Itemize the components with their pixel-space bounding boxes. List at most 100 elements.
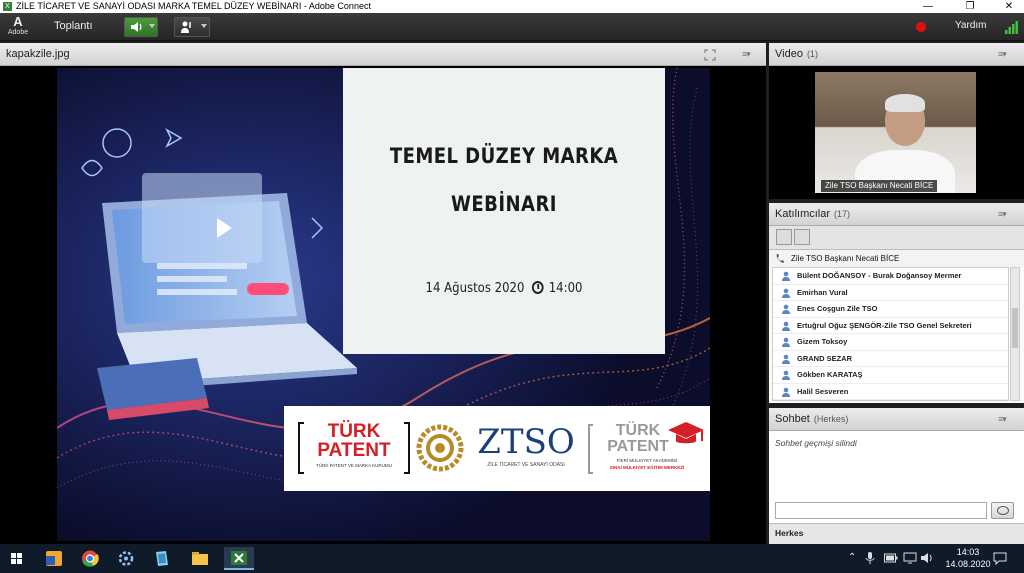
connection-signal-icon	[1005, 21, 1018, 34]
host-name: Zile TSO Başkanı Necati BİCE	[791, 254, 900, 263]
slide-title-line2: WEBİNARI	[451, 192, 557, 216]
slide-date-time: 14 Ağustos 2020 14:00	[359, 281, 649, 296]
video-pod-count: (1)	[806, 49, 818, 59]
recording-indicator-icon	[916, 22, 926, 32]
microphone-icon[interactable]	[865, 552, 875, 564]
pod-options-icon[interactable]: ≡▾	[742, 49, 756, 59]
adobe-connect-taskbar-button[interactable]	[224, 547, 254, 570]
slide-image: TEMEL DÜZEY MARKA WEBİNARI 14 Ağustos 20…	[57, 68, 710, 541]
raise-hand-button[interactable]	[174, 17, 210, 37]
slide-date: 14 Ağustos 2020	[425, 281, 525, 296]
taskbar-date[interactable]: 14.08.2020	[940, 559, 996, 569]
maximize-button[interactable]: ❐	[955, 0, 985, 13]
app-menu-bar: A Adobe Toplantı Yardım	[0, 13, 1024, 41]
slide-title-line1: TEMEL DÜZEY MARKA	[389, 144, 619, 168]
chat-send-button[interactable]	[991, 502, 1014, 519]
user-icon	[782, 321, 790, 331]
battery-icon[interactable]	[884, 553, 898, 563]
attendee-name: Gizem Toksoy	[797, 337, 848, 346]
attendees-pod-title-text: Katılımcılar	[775, 208, 831, 220]
app-gear-icon[interactable]	[114, 547, 138, 570]
attendee-row[interactable]: Enes Coşgun Zile TSO	[773, 301, 1008, 318]
attendee-name: Enes Coşgun Zile TSO	[797, 304, 878, 313]
host-row[interactable]: Zile TSO Başkanı Necati BİCE	[769, 250, 1024, 267]
file-explorer-icon[interactable]	[188, 547, 212, 570]
ztso-emblem-icon	[416, 424, 464, 472]
attendee-row[interactable]: Bülent DOĞANSOY - Burak Doğansoy Mermer	[773, 268, 1008, 285]
adobe-logo-label: Adobe	[7, 29, 29, 36]
video-pod-header: Video (1) ≡▾	[769, 43, 1024, 66]
network-icon[interactable]	[903, 552, 917, 564]
chat-pod: Sohbet (Herkes) ≡▾ Sohbet geçmişi silindi…	[769, 408, 1024, 544]
user-icon	[782, 304, 790, 314]
pod-options-icon[interactable]: ≡▾	[998, 209, 1012, 219]
attendee-row[interactable]: Emirhan Vural	[773, 285, 1008, 301]
chevron-down-icon	[149, 24, 155, 28]
attendee-row[interactable]: GRAND SEZAR	[773, 351, 1008, 367]
attendee-row[interactable]: Gizem Toksoy	[773, 334, 1008, 351]
scrollbar-thumb[interactable]	[1012, 308, 1018, 348]
video-pod-title: Video (1)	[775, 48, 818, 60]
turk-patent-line2: PATENT	[317, 440, 391, 461]
speech-bubble-icon	[997, 506, 1009, 515]
help-menu[interactable]: Yardım	[955, 20, 987, 31]
graduation-cap-icon	[668, 422, 704, 444]
minimize-button[interactable]: —	[913, 0, 943, 13]
academy-sub2: SINAİ MÜLKİYET EĞİTİM MERKEZİ	[609, 465, 685, 470]
list-view-button[interactable]	[776, 229, 792, 245]
attendee-row[interactable]: Ertuğrul Oğuz ŞENGÖR-Zile TSO Genel Sekr…	[773, 318, 1008, 334]
outlook-icon[interactable]	[42, 547, 66, 570]
adobe-logo-icon: A	[13, 14, 23, 29]
windows-start-icon[interactable]	[5, 547, 29, 570]
window-title: ZİLE TİCARET VE SANAYİ ODASI MARKA TEMEL…	[16, 1, 371, 11]
phone-icon	[776, 254, 784, 263]
attendee-name: GRAND SEZAR	[797, 353, 853, 363]
user-icon	[782, 387, 790, 397]
taskbar-time[interactable]: 14:03	[948, 547, 988, 557]
chat-input[interactable]	[775, 502, 987, 519]
chrome-icon[interactable]	[78, 547, 102, 570]
meeting-menu[interactable]: Toplantı	[54, 20, 93, 32]
chat-recipient-selector[interactable]: Herkes	[775, 528, 803, 538]
video-pod-title-text: Video	[775, 48, 803, 60]
slide-time: 14:00	[548, 281, 583, 296]
window-title-bar: X ZİLE TİCARET VE SANAYİ ODASI MARKA TEM…	[0, 0, 1024, 13]
attendee-name: Gökben KARATAŞ	[797, 370, 863, 379]
chat-system-message: Sohbet geçmişi silindi	[775, 438, 857, 448]
partner-logos-strip: TÜRK PATENT TÜRK PATENT VE MARKA KURUMU …	[284, 406, 710, 491]
attendees-pod: Katılımcılar (17) ≡▾ Zile TSO Başkanı Nec…	[769, 203, 1024, 403]
user-icon	[782, 337, 790, 347]
close-button[interactable]: ✕	[994, 0, 1024, 13]
app-document-icon[interactable]	[150, 547, 174, 570]
adobe-connect-icon	[231, 551, 247, 565]
speaker-button[interactable]	[124, 17, 158, 37]
share-pod-header: kapakzile.jpg ≡▾	[0, 43, 766, 66]
slide-title-card: TEMEL DÜZEY MARKA WEBİNARI 14 Ağustos 20…	[343, 68, 665, 354]
attendee-row[interactable]: Gökben KARATAŞ	[773, 367, 1008, 384]
user-icon	[782, 288, 790, 298]
attendee-name: Bülent DOĞANSOY - Burak Doğansoy Mermer	[797, 271, 962, 280]
tray-chevron-up-icon[interactable]: ⌃	[848, 552, 856, 563]
share-pod-title: kapakzile.jpg	[6, 48, 70, 60]
attendee-row[interactable]: Halil Sesveren	[773, 384, 1008, 400]
chat-pod-header: Sohbet (Herkes) ≡▾	[769, 408, 1024, 431]
video-speaker-label: Zile TSO Başkanı Necati BİCE	[821, 180, 938, 192]
chat-pod-title-text: Sohbet	[775, 413, 810, 425]
volume-icon[interactable]	[920, 552, 934, 564]
share-pod: kapakzile.jpg ≡▾ TEMEL DÜZEY MARKA WEBİN…	[0, 43, 766, 544]
speaker-hair	[885, 94, 925, 112]
video-pod: Video (1) ≡▾ Zile TSO Başkanı Necati BİCE	[769, 43, 1024, 199]
chat-scope: (Herkes)	[813, 414, 849, 424]
notifications-icon[interactable]	[993, 552, 1007, 565]
user-options-button[interactable]	[794, 229, 810, 245]
user-icon	[782, 354, 790, 364]
attendee-scrollbar[interactable]	[1010, 267, 1020, 401]
pod-options-icon[interactable]: ≡▾	[998, 49, 1012, 59]
attendee-name: Halil Sesveren	[797, 386, 849, 396]
pod-options-icon[interactable]: ≡▾	[998, 414, 1012, 424]
user-icon	[782, 370, 790, 380]
fullscreen-icon[interactable]	[704, 49, 716, 61]
ztso-logo: ZTSO ZİLE TİCARET VE SANAYİ ODASI	[470, 422, 582, 474]
turk-patent-academy-logo: TÜRK PATENT FİKRİ MÜLKİYET AKADEMİSİ SIN…	[588, 420, 706, 478]
turk-patent-logo: TÜRK PATENT TÜRK PATENT VE MARKA KURUMU	[298, 422, 410, 474]
